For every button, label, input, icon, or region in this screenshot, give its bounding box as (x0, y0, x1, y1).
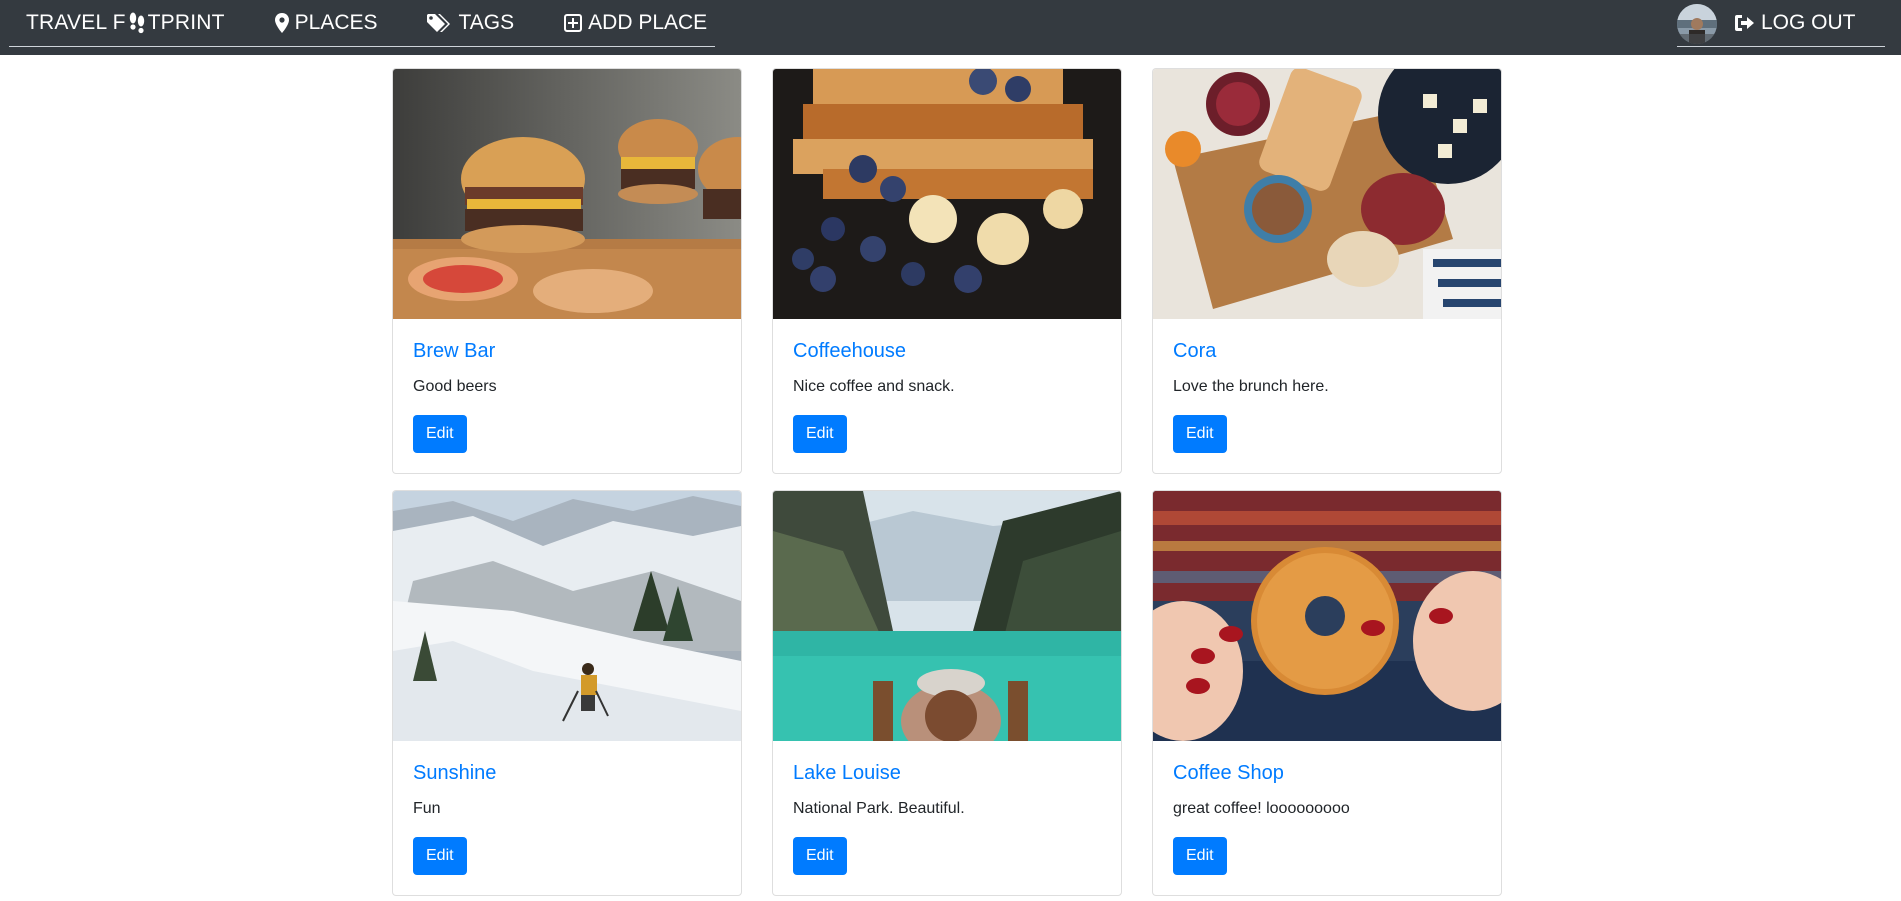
brand-prefix: TRAVEL F (26, 11, 126, 34)
charcuterie-photo (1153, 69, 1501, 319)
plus-square-icon (564, 14, 583, 32)
place-card: Brew Bar Good beers Edit (392, 68, 742, 474)
skier-photo (393, 491, 741, 741)
card-title[interactable]: Coffeehouse (793, 339, 1101, 363)
card-body: Brew Bar Good beers Edit (393, 319, 741, 473)
card-body: Lake Louise National Park. Beautiful. Ed… (773, 741, 1121, 895)
nav-left-group: TRAVEL F TPRINT PLACES TAGS ADD PLACE (9, 0, 715, 47)
nav-right-group: LOG OUT (1677, 0, 1885, 47)
logout-icon (1735, 15, 1754, 31)
burgers-photo (393, 69, 741, 319)
card-text: Good beers (413, 378, 497, 395)
card-title[interactable]: Sunshine (413, 761, 721, 785)
card-text: Nice coffee and snack. (793, 378, 955, 395)
place-card: Coffee Shop great coffee! looooooooo Edi… (1152, 490, 1502, 896)
nav-add-place-label: ADD PLACE (588, 11, 708, 34)
edit-button[interactable]: Edit (793, 415, 847, 453)
card-title[interactable]: Lake Louise (793, 761, 1101, 785)
card-body: Sunshine Fun Edit (393, 741, 741, 895)
nav-tags-label: TAGS (458, 11, 515, 34)
card-title[interactable]: Brew Bar (413, 339, 721, 363)
tags-icon (426, 14, 450, 32)
card-text: Love the brunch here. (1173, 378, 1329, 395)
avatar[interactable] (1677, 4, 1717, 44)
card-title[interactable]: Coffee Shop (1173, 761, 1481, 785)
nav-places-link[interactable]: PLACES (274, 0, 378, 47)
card-text: National Park. Beautiful. (793, 800, 965, 817)
nav-tags-link[interactable]: TAGS (426, 0, 515, 47)
edit-button[interactable]: Edit (413, 837, 467, 875)
edit-button[interactable]: Edit (793, 837, 847, 875)
card-title[interactable]: Cora (1173, 339, 1481, 363)
card-body: Coffee Shop great coffee! looooooooo Edi… (1153, 741, 1501, 895)
card-body: Cora Love the brunch here. Edit (1153, 319, 1501, 473)
place-card: Sunshine Fun Edit (392, 490, 742, 896)
place-card: Coffeehouse Nice coffee and snack. Edit (772, 68, 1122, 474)
edit-button[interactable]: Edit (413, 415, 467, 453)
brand-suffix: TPRINT (147, 11, 225, 34)
nav-add-place-link[interactable]: ADD PLACE (564, 0, 707, 47)
edit-button[interactable]: Edit (1173, 837, 1227, 875)
donut-photo (1153, 491, 1501, 741)
card-body: Coffeehouse Nice coffee and snack. Edit (773, 319, 1121, 473)
logout-label: LOG OUT (1761, 11, 1856, 34)
place-card: Cora Love the brunch here. Edit (1152, 68, 1502, 474)
map-marker-icon (274, 13, 289, 33)
place-card: Lake Louise National Park. Beautiful. Ed… (772, 490, 1122, 896)
card-text: great coffee! looooooooo (1173, 800, 1350, 817)
footprints-icon (127, 12, 147, 36)
brand-link[interactable]: TRAVEL F TPRINT (26, 0, 225, 47)
edit-button[interactable]: Edit (1173, 415, 1227, 453)
nav-places-label: PLACES (294, 11, 378, 34)
french-toast-photo (773, 69, 1121, 319)
lake-photo (773, 491, 1121, 741)
logout-link[interactable]: LOG OUT (1735, 0, 1856, 47)
navbar: TRAVEL F TPRINT PLACES TAGS ADD PLACE LO… (0, 0, 1901, 55)
card-text: Fun (413, 800, 441, 817)
